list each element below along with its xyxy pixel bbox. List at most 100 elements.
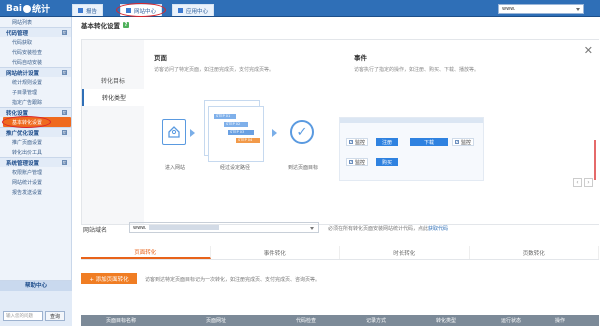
page-title-text: 基本转化设置: [81, 22, 120, 30]
monitor-chip: ✓ 监控: [346, 158, 369, 166]
close-icon[interactable]: ✕: [584, 44, 593, 57]
chip-label: 监控: [461, 139, 472, 146]
help-icon[interactable]: ?: [123, 22, 129, 28]
monitor-chip: ✓ 监控: [452, 138, 475, 146]
column-header: 代码检查: [295, 318, 316, 324]
sidebar-item-site-list[interactable]: 网站列表: [0, 17, 71, 27]
section-title: 网站统计设置: [6, 70, 40, 77]
tab-pageviews-conversion[interactable]: 页数转化: [470, 246, 599, 259]
column-header: 记录方式: [365, 318, 386, 324]
help-center: 帮助中心 输入您的问题 查询: [0, 280, 72, 326]
next-arrow-icon[interactable]: ›: [584, 178, 593, 187]
sidebar-item[interactable]: 代码安装检查: [0, 47, 71, 57]
tab-app-center-label: 应用中心: [186, 8, 209, 15]
paw-icon: [23, 4, 32, 13]
top-bar: Bai 统计 报告 网站中心 应用中心 www.: [0, 0, 600, 17]
demo-download-button: 下载: [410, 138, 448, 146]
tab-duration-conversion[interactable]: 时长转化: [340, 246, 470, 259]
column-header: 运行状态: [500, 318, 521, 324]
tab-conversion-type[interactable]: 转化类型: [82, 89, 144, 106]
step-label: STEP 01: [214, 114, 236, 119]
event-column-desc: 访客执行了指定的操作，如注册、购买、下载、播放等。: [354, 67, 480, 73]
demo-buy-button: 购买: [376, 158, 398, 166]
page-column-title: 页面: [154, 54, 167, 62]
tab-conversion-goal[interactable]: 转化目标: [82, 72, 144, 89]
flow-label: 进入网站: [164, 165, 185, 171]
step-label: STEP 02: [224, 122, 248, 127]
panel-tabs: 转化目标 转化类型: [82, 40, 144, 224]
chip-label: 监控: [355, 139, 366, 146]
sidebar-item[interactable]: 网站统计设置: [0, 177, 71, 187]
demo-register-button: 注册: [376, 138, 398, 146]
checkbox-icon: ✓: [455, 140, 459, 144]
table-header: 页面目标名称 页面网址 代码检查 记录方式 转化类型 运行状态 操作: [81, 315, 599, 326]
logo-text: Bai: [6, 3, 23, 14]
tab-page-conversion[interactable]: 页面转化: [81, 246, 211, 259]
tab-app-center[interactable]: 应用中心: [172, 4, 215, 16]
domain-note: 必须在所有转化页面安装网站统计代码，点此获取代码: [328, 225, 448, 232]
sidebar-item[interactable]: 报告发送设置: [0, 187, 71, 197]
sidebar-section-promo[interactable]: 推广优化设置 ⊟: [0, 127, 71, 137]
page-title: 基本转化设置 ?: [81, 20, 129, 30]
sidebar-item[interactable]: 代码自动安装: [0, 57, 71, 67]
collapse-icon[interactable]: ⊟: [62, 70, 67, 75]
check-circle-icon: ✓: [290, 120, 314, 144]
event-illustration-bar: [340, 118, 483, 123]
enter-site-icon: [162, 119, 186, 145]
site-selector[interactable]: www.: [498, 4, 584, 14]
report-icon: [78, 8, 83, 13]
flow-label: 经过设定路径: [219, 165, 250, 171]
add-description: 访客到达特定页面目标记为一次转化，如注册完成页、支付完成页、咨询页等。: [145, 277, 321, 283]
tab-report[interactable]: 报告: [72, 4, 104, 16]
logo[interactable]: Bai 统计: [6, 2, 51, 16]
column-header: 页面目标名称: [105, 318, 136, 324]
sidebar-item[interactable]: 统计规则设置: [0, 77, 71, 87]
step-label: STEP 03: [228, 130, 254, 135]
page-flow-illustration: STEP 01 STEP 02 STEP 03 STEP 04 ✓ 进入网站 经…: [154, 92, 324, 188]
column-header: 操作: [554, 318, 565, 324]
scrollbar[interactable]: [594, 140, 596, 180]
get-code-link[interactable]: 获取代码: [428, 226, 448, 232]
event-illustration: ✓ 监控 注册 下载 ✓ 监控 ✓ 监控 购买: [339, 117, 484, 181]
app-icon: [178, 8, 183, 13]
help-search-input[interactable]: 输入您的问题: [3, 311, 43, 321]
checkbox-icon: ✓: [349, 140, 353, 144]
sidebar-item[interactable]: 推广页面设置: [0, 137, 71, 147]
domain-select[interactable]: www.: [129, 222, 319, 233]
flow-label: 到达页面目标: [287, 165, 318, 171]
arrow-right-icon: [190, 129, 195, 137]
step-label: STEP 04: [236, 138, 260, 143]
sidebar-section-stats[interactable]: 网站统计设置 ⊟: [0, 67, 71, 77]
logo-suffix: 统计: [32, 5, 51, 15]
site-selector-value: www.: [502, 6, 516, 12]
tab-event-conversion[interactable]: 事件转化: [211, 246, 340, 259]
add-page-conversion-button[interactable]: + 添加页面转化: [81, 273, 137, 284]
conversion-intro-panel: 转化目标 转化类型 ✕ 页面 访客访问了特定页面，如注册完成页，支付完成页等。 …: [81, 39, 599, 225]
sidebar-item[interactable]: 转化出价工具: [0, 147, 71, 157]
sidebar-item[interactable]: 权限账户管理: [0, 167, 71, 177]
sidebar-section-system[interactable]: 系统管理设置 ⊟: [0, 157, 71, 167]
sidebar-item[interactable]: 子目录管理: [0, 87, 71, 97]
section-title: 代码管理: [6, 30, 29, 37]
domain-note-text: 必须在所有转化页面安装网站统计代码，点此: [328, 226, 429, 232]
arrow-right-icon: [272, 129, 277, 137]
monitor-chip: ✓ 监控: [346, 138, 369, 146]
collapse-icon[interactable]: ⊟: [62, 110, 67, 115]
chip-label: 监控: [355, 159, 366, 166]
sidebar-item[interactable]: 代码获取: [0, 37, 71, 47]
highlight-oval: [2, 116, 51, 128]
domain-value: www.: [133, 224, 147, 231]
help-search-row: 输入您的问题 查询: [3, 311, 65, 321]
sidebar-item[interactable]: 指定广告跟踪: [0, 97, 71, 107]
prev-arrow-icon[interactable]: ‹: [573, 178, 582, 187]
help-search-button[interactable]: 查询: [45, 311, 65, 321]
collapse-icon[interactable]: ⊟: [62, 160, 67, 165]
conversion-type-tabs: 页面转化 事件转化 时长转化 页数转化: [81, 246, 599, 260]
checkbox-icon: ✓: [349, 160, 353, 164]
page-column-desc: 访客访问了特定页面，如注册完成页，支付完成页等。: [154, 67, 275, 73]
section-title: 推广优化设置: [6, 130, 40, 137]
sidebar-section-code[interactable]: 代码管理 ⊟: [0, 27, 71, 37]
chevron-down-icon: [576, 8, 580, 11]
collapse-icon[interactable]: ⊟: [62, 30, 67, 35]
collapse-icon[interactable]: ⊟: [62, 130, 67, 135]
